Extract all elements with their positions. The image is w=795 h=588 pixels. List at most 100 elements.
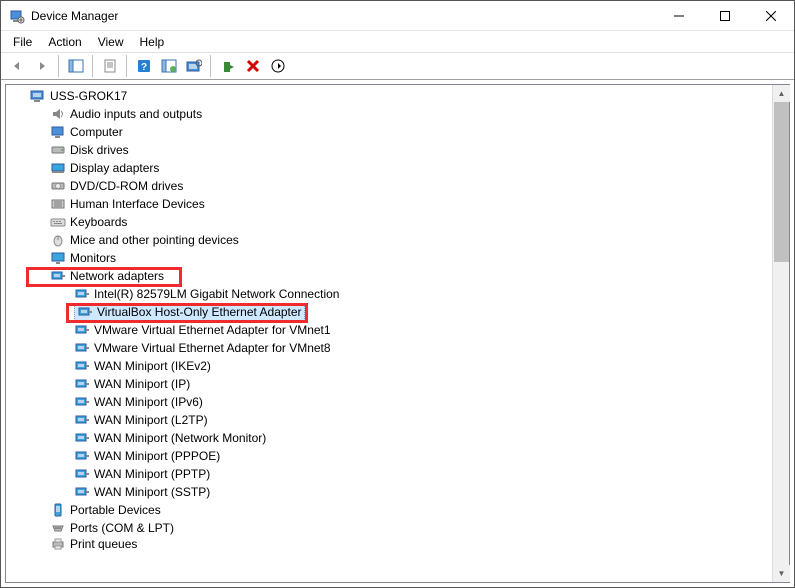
scroll-up-button[interactable]: ▲ — [773, 85, 790, 102]
tree-item-label: Disk drives — [70, 141, 129, 159]
vertical-scrollbar[interactable]: ▲ ▼ — [772, 85, 789, 582]
minimize-button[interactable] — [656, 1, 702, 31]
tree-item-virtualbox-adapter[interactable]: VirtualBox Host-Only Ethernet Adapter — [10, 303, 772, 321]
tree-item-wan-netmon[interactable]: WAN Miniport (Network Monitor) — [10, 429, 772, 447]
tree-item-intel-nic[interactable]: Intel(R) 82579LM Gigabit Network Connect… — [10, 285, 772, 303]
monitor-icon — [50, 250, 66, 266]
tree-item-print-queues[interactable]:  Print queues — [10, 537, 772, 550]
tree-item-label: Portable Devices — [70, 501, 161, 519]
computer-icon — [30, 88, 46, 104]
chevron-right-icon[interactable]:  — [34, 213, 50, 231]
scroll-thumb[interactable] — [774, 102, 789, 262]
disc-icon — [50, 178, 66, 194]
tree-item-wan-sstp[interactable]: WAN Miniport (SSTP) — [10, 483, 772, 501]
tree-item-label: Ports (COM & LPT) — [70, 519, 174, 537]
maximize-button[interactable] — [702, 1, 748, 31]
tree-item-computer[interactable]:  Computer — [10, 123, 772, 141]
tree-item-hid[interactable]:  Human Interface Devices — [10, 195, 772, 213]
network-icon — [50, 268, 66, 284]
tree-item-label: WAN Miniport (SSTP) — [94, 483, 210, 501]
scan-hardware-button[interactable] — [182, 55, 205, 77]
tree-item-portable[interactable]:  Portable Devices — [10, 501, 772, 519]
tree-item-label: Display adapters — [70, 159, 159, 177]
tree-root[interactable]:  USS-GROK17 — [10, 87, 772, 105]
enable-device-button[interactable] — [216, 55, 239, 77]
content-area:  USS-GROK17  Audio inputs and outputs … — [5, 84, 790, 583]
tree-item-wan-ip[interactable]: WAN Miniport (IP) — [10, 375, 772, 393]
tree-item-display[interactable]:  Display adapters — [10, 159, 772, 177]
network-adapter-icon — [74, 376, 90, 392]
network-adapter-icon — [74, 340, 90, 356]
tree-item-label: Computer — [70, 123, 123, 141]
chevron-right-icon[interactable]:  — [34, 519, 50, 537]
chevron-right-icon[interactable]:  — [34, 123, 50, 141]
chevron-right-icon[interactable]:  — [34, 501, 50, 519]
menu-view[interactable]: View — [90, 33, 132, 51]
uninstall-device-button[interactable] — [241, 55, 264, 77]
tree-item-vmnet1[interactable]: VMware Virtual Ethernet Adapter for VMne… — [10, 321, 772, 339]
tree-item-monitors[interactable]:  Monitors — [10, 249, 772, 267]
back-button[interactable] — [5, 55, 28, 77]
tree-item-dvd[interactable]:  DVD/CD-ROM drives — [10, 177, 772, 195]
svg-text:?: ? — [140, 62, 146, 73]
tree-item-label: Network adapters — [70, 267, 164, 285]
tree-item-wan-ikev2[interactable]: WAN Miniport (IKEv2) — [10, 357, 772, 375]
chevron-right-icon[interactable]:  — [34, 177, 50, 195]
toolbar-separator — [126, 55, 127, 77]
tree-item-audio[interactable]:  Audio inputs and outputs — [10, 105, 772, 123]
close-button[interactable] — [748, 1, 794, 31]
tree-item-disk[interactable]:  Disk drives — [10, 141, 772, 159]
update-driver-button[interactable] — [157, 55, 180, 77]
chevron-down-icon[interactable]:  — [34, 267, 50, 285]
speaker-icon — [50, 106, 66, 122]
chevron-right-icon[interactable]:  — [34, 537, 50, 550]
properties-button[interactable] — [98, 55, 121, 77]
tree-item-label: Print queues — [70, 537, 137, 550]
tree-item-label: VMware Virtual Ethernet Adapter for VMne… — [94, 339, 331, 357]
chevron-right-icon[interactable]:  — [34, 249, 50, 267]
chevron-right-icon[interactable]:  — [34, 159, 50, 177]
tree-item-label: Intel(R) 82579LM Gigabit Network Connect… — [94, 285, 339, 303]
help-button[interactable]: ? — [132, 55, 155, 77]
menu-file[interactable]: File — [5, 33, 40, 51]
tree-item-vmnet8[interactable]: VMware Virtual Ethernet Adapter for VMne… — [10, 339, 772, 357]
display-adapter-icon — [50, 160, 66, 176]
scroll-down-button[interactable]: ▼ — [773, 565, 790, 582]
chevron-right-icon[interactable]:  — [34, 141, 50, 159]
menu-action[interactable]: Action — [40, 33, 89, 51]
portable-device-icon — [50, 502, 66, 518]
chevron-right-icon[interactable]:  — [34, 231, 50, 249]
show-hide-tree-button[interactable] — [64, 55, 87, 77]
tree-item-network-adapters[interactable]:  Network adapters — [10, 267, 772, 285]
device-tree[interactable]:  USS-GROK17  Audio inputs and outputs … — [6, 85, 772, 582]
tree-item-label: WAN Miniport (PPTP) — [94, 465, 210, 483]
tree-item-label: VMware Virtual Ethernet Adapter for VMne… — [94, 321, 331, 339]
tree-item-ports[interactable]:  Ports (COM & LPT) — [10, 519, 772, 537]
network-adapter-icon — [74, 466, 90, 482]
menubar: File Action View Help — [1, 31, 794, 52]
tree-item-label: Audio inputs and outputs — [70, 105, 202, 123]
disable-device-button[interactable] — [266, 55, 289, 77]
tree-item-wan-pppoe[interactable]: WAN Miniport (PPPOE) — [10, 447, 772, 465]
titlebar: Device Manager — [1, 1, 794, 31]
tree-item-label: WAN Miniport (IPv6) — [94, 393, 203, 411]
network-adapter-icon — [77, 304, 93, 320]
tree-item-wan-l2tp[interactable]: WAN Miniport (L2TP) — [10, 411, 772, 429]
tree-item-keyboards[interactable]:  Keyboards — [10, 213, 772, 231]
menu-help[interactable]: Help — [132, 33, 173, 51]
chevron-down-icon[interactable]:  — [14, 87, 30, 105]
toolbar-separator — [58, 55, 59, 77]
network-adapter-icon — [74, 448, 90, 464]
tree-item-mice[interactable]:  Mice and other pointing devices — [10, 231, 772, 249]
network-adapter-icon — [74, 484, 90, 500]
network-adapter-icon — [74, 286, 90, 302]
port-icon — [50, 520, 66, 536]
tree-item-label: WAN Miniport (IKEv2) — [94, 357, 211, 375]
tree-item-label: DVD/CD-ROM drives — [70, 177, 183, 195]
chevron-right-icon[interactable]:  — [34, 105, 50, 123]
tree-item-wan-ipv6[interactable]: WAN Miniport (IPv6) — [10, 393, 772, 411]
tree-item-wan-pptp[interactable]: WAN Miniport (PPTP) — [10, 465, 772, 483]
network-adapter-icon — [74, 412, 90, 428]
chevron-right-icon[interactable]:  — [34, 195, 50, 213]
forward-button[interactable] — [30, 55, 53, 77]
